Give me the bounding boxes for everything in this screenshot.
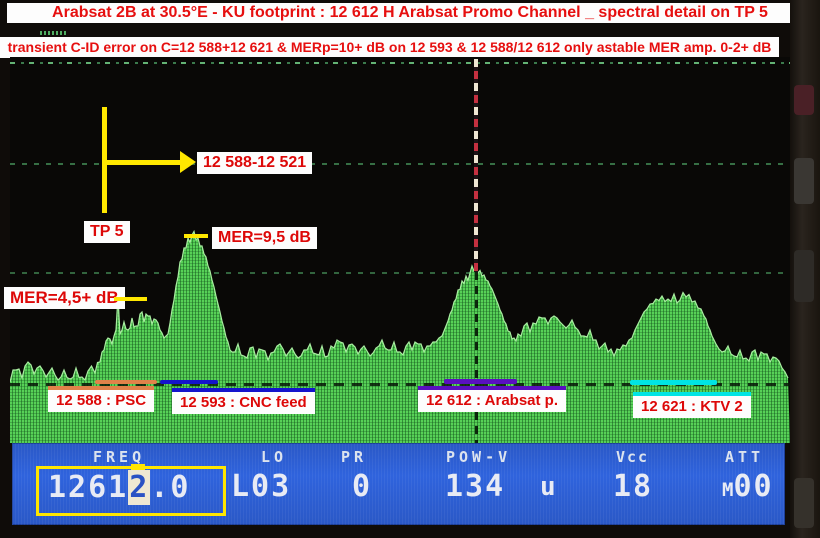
mer-low-label: MER=4,5+ dB — [4, 287, 125, 309]
att-value: M00 — [722, 468, 774, 509]
frequency-span-label: 12 588-12 521 — [197, 152, 312, 174]
vcc-label: Vcc — [616, 448, 649, 466]
center-frequency-marker-lower — [475, 272, 478, 443]
device-button — [794, 478, 814, 528]
title-bar: Arabsat 2B at 30.5°E - KU footprint : 12… — [7, 3, 813, 23]
vcc-value: 18 — [613, 468, 653, 506]
device-button — [794, 250, 814, 302]
mer-peak-label: MER=9,5 dB — [212, 227, 317, 249]
device-bezel — [790, 0, 820, 538]
meter-readout-bar: FREQ 12612.0 LO L03 PR 0 POW-V 134 u Vcc… — [12, 443, 785, 525]
arrow-head-icon — [180, 151, 196, 173]
meter-photo: { "header": { "title": "Arabsat 2B at 30… — [0, 0, 820, 538]
device-button — [794, 158, 814, 204]
center-frequency-marker — [474, 59, 478, 272]
mer-low-pointer-line — [114, 297, 147, 301]
channel-line-psc — [95, 380, 157, 384]
pr-label: PR — [341, 448, 367, 466]
channel-line-ktv — [630, 380, 717, 385]
channel-line-cnc — [160, 380, 218, 384]
channel-label-ktv: 12 621 : KTV 2 — [633, 392, 751, 418]
channel-label-psc: 12 588 : PSC — [48, 386, 154, 412]
freq-edit-digit: 2 — [128, 470, 150, 505]
arrow-line — [104, 160, 182, 165]
channel-label-arabsat: 12 612 : Arabsat p. — [418, 386, 566, 412]
pow-v-label: POW-V — [446, 448, 511, 466]
device-button — [794, 85, 814, 115]
mer-peak-pointer-line — [184, 234, 208, 238]
channel-line-arabsat — [444, 379, 517, 384]
channel-label-cnc: 12 593 : CNC feed — [172, 388, 315, 414]
pow-v-unit: u — [540, 468, 558, 506]
pr-value: 0 — [352, 468, 372, 506]
tp5-label: TP 5 — [84, 221, 130, 243]
lo-value: L03 — [231, 468, 291, 506]
att-label: ATT — [725, 448, 764, 466]
trace-fragment — [40, 31, 66, 35]
subtitle-bar: transient C-ID error on C=12 588+12 621 … — [0, 37, 779, 58]
lo-label: LO — [261, 448, 287, 466]
freq-value: 12612.0 — [48, 469, 190, 507]
pow-v-value: 134 — [445, 468, 505, 506]
